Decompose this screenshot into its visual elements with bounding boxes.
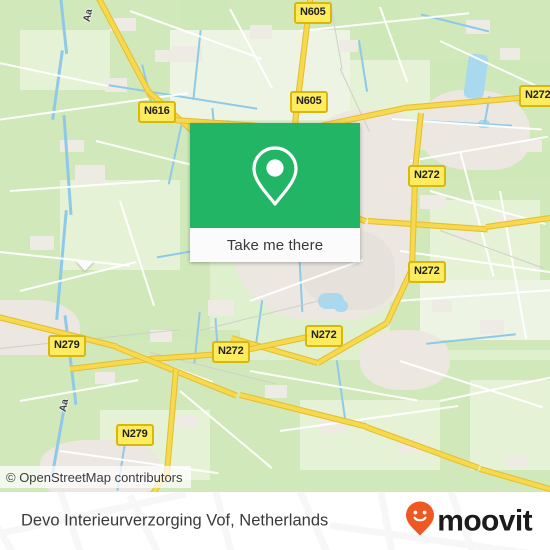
road-shield: N605 [294,2,332,24]
map-canvas[interactable]: N605 N605 N616 N272 N272 N272 N272 N272 … [0,0,550,492]
place-callout-card[interactable]: Take me there [190,123,360,262]
road-shield: N279 [48,335,86,357]
building [175,415,197,428]
building [95,372,115,384]
place-title: Devo Interieurverzorging Vof, Netherland… [21,511,329,530]
building [432,300,452,312]
card-pointer-tip [76,261,94,271]
road-shield: N272 [212,341,250,363]
moovit-place-map-screen: N605 N605 N616 N272 N272 N272 N272 N272 … [0,0,550,550]
building [250,25,272,39]
moovit-logo[interactable]: moovit [405,501,533,542]
building [208,300,234,316]
footer-bar: Devo Interieurverzorging Vof, Netherland… [0,492,550,550]
building [420,195,446,209]
road-shield: N279 [116,424,154,446]
road-shield: N605 [290,91,328,113]
location-pin-icon [247,143,303,209]
road-shield: N616 [138,101,176,123]
card-image-area [190,123,360,228]
building [500,48,520,60]
osm-attribution-text: © OpenStreetMap contributors [6,469,183,485]
building [75,165,105,183]
water-body [334,300,348,312]
building [340,40,358,52]
building [505,455,527,467]
road-shield: N272 [519,85,550,107]
take-me-there-button[interactable]: Take me there [190,228,360,262]
moovit-wordmark: moovit [437,504,532,537]
building [30,236,54,250]
building [480,320,504,334]
urban-area [360,330,450,390]
moovit-smiley-pin-icon [405,501,435,542]
building [265,385,287,398]
road-shield: N272 [408,165,446,187]
road-shield: N272 [408,261,446,283]
osm-attribution[interactable]: © OpenStreetMap contributors [0,466,191,488]
road-shield: N272 [305,325,343,347]
take-me-there-label: Take me there [226,236,324,254]
